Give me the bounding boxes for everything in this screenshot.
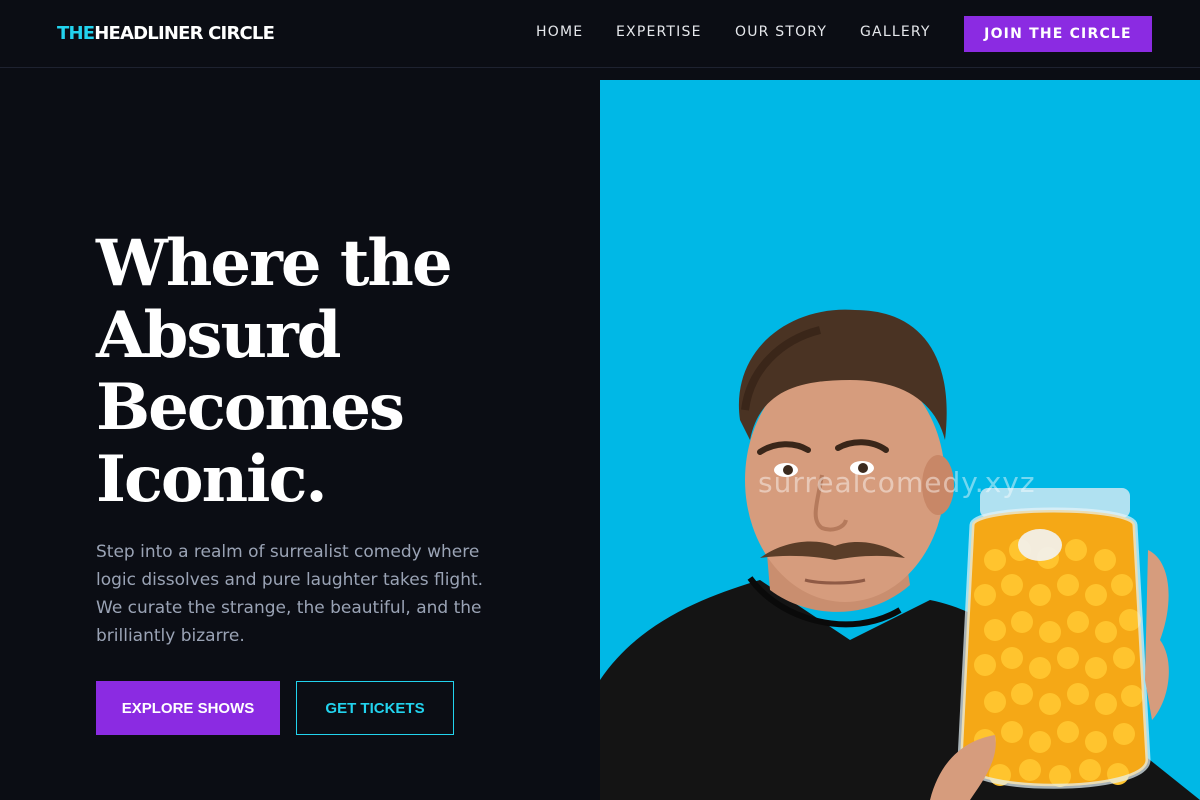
comedian-photo-illustration [600,309,1200,800]
get-tickets-button[interactable]: GET TICKETS [296,681,454,735]
hero-title-line: Iconic. [96,442,328,517]
hero-title-line: Becomes [96,370,405,445]
nav-item-expertise[interactable]: EXPERTISE [616,22,702,42]
hero-title-line: Where the [96,226,453,301]
logo-accent-text: THE [57,23,95,44]
nav-item-gallery[interactable]: GALLERY [860,22,931,42]
site-header: THEHEADLINER CIRCLE HOME EXPERTISE OUR S… [0,0,1200,68]
logo-text: HEADLINER CIRCLE [94,23,275,44]
explore-shows-button[interactable]: EXPLORE SHOWS [96,681,280,735]
hero-image: surrealcomedy.xyz [600,80,1200,800]
image-watermark: surrealcomedy.xyz [758,466,1036,499]
hero-title-line: Absurd [96,298,341,373]
brand-logo[interactable]: THEHEADLINER CIRCLE [57,22,275,46]
nav-item-home[interactable]: HOME [536,22,583,42]
hero-title: Where the Absurd Becomes Iconic. [96,228,576,516]
nav-item-our-story[interactable]: OUR STORY [735,22,827,42]
hero-description: Step into a realm of surrealist comedy w… [96,542,484,646]
join-the-circle-button[interactable]: JOIN THE CIRCLE [964,16,1152,52]
